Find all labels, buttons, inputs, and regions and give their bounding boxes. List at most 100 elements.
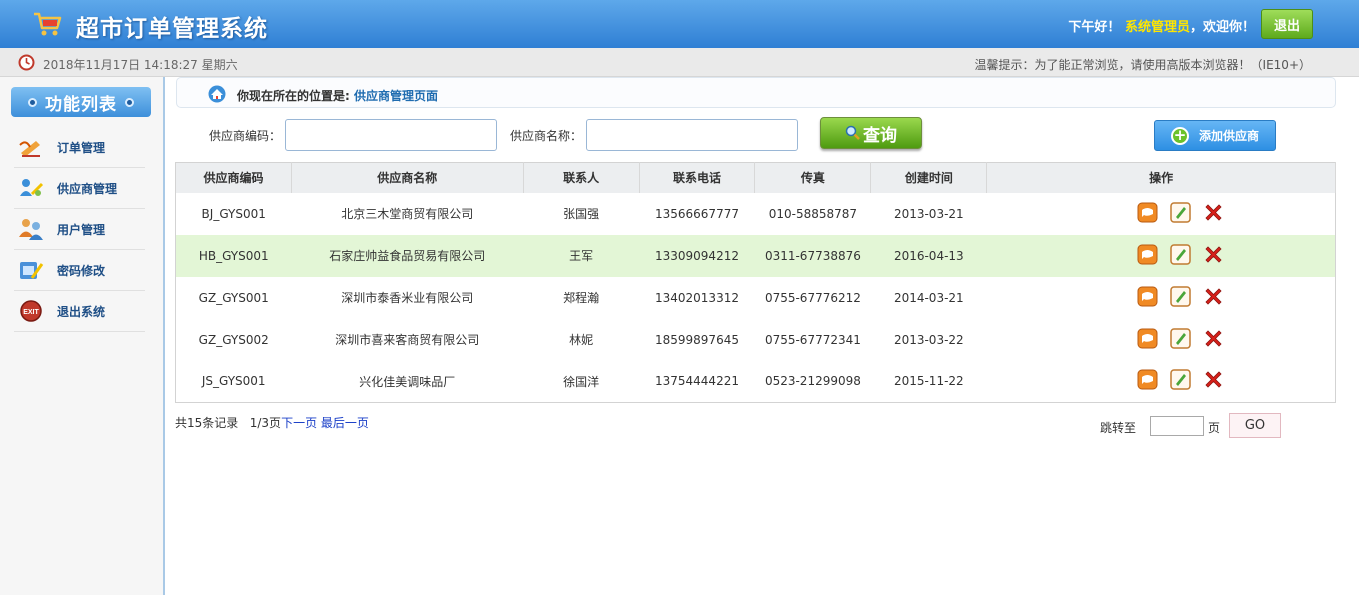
delete-icon[interactable] [1203,369,1224,393]
provider-name-input[interactable] [586,119,798,151]
greeting: 下午好！ 系统管理员，欢迎你！ [1068,16,1255,35]
provider-name-cell: 深圳市喜来客商贸有限公司 [335,333,480,347]
column-header: 供应商名称 [291,162,524,193]
actions-cell [986,234,1336,277]
sidebar-title-label: 功能列表 [45,94,117,115]
breadcrumb-prefix: 你现在所在的位置是: [237,89,350,103]
current-datetime: 2018年11月17日 14:18:27 星期六 [43,58,238,72]
query-button[interactable]: 查询 [820,117,922,149]
column-header: 操作 [986,162,1336,193]
provider-icon [20,179,44,196]
next-page-link[interactable]: 下一页 [281,416,317,430]
sidebar: 功能列表 订单管理 供应商管理 用户管理 密码修改 EXIT 退出系统 [0,77,165,595]
phone-cell: 13309094212 [639,234,755,277]
breadcrumb: 你现在所在的位置是: 供应商管理页面 [176,77,1336,108]
sidebar-item-orders[interactable]: 订单管理 [14,127,145,168]
provider-name-label: 供应商名称： [510,129,583,143]
edit-icon[interactable] [1170,369,1192,393]
provider-name-cell: 深圳市泰香米业有限公司 [341,291,474,305]
created-date-cell: 2015-11-22 [893,374,964,389]
provider-table: 供应商编码 供应商名称 联系人 联系电话 传真 创建时间 操作 BJ_GYS00… [175,162,1336,403]
view-icon[interactable] [1137,328,1158,352]
column-header: 联系人 [523,162,640,193]
sidebar-item-providers[interactable]: 供应商管理 [14,168,145,209]
phone-cell: 18599897645 [654,332,739,347]
provider-code-cell: HB_GYS001 [175,234,292,277]
clock-icon [18,54,35,71]
fax-cell: 0311-67738876 [754,234,871,277]
pager-summary: 共15条记录 1/3页下一页 最后一页 [175,414,369,431]
column-header: 创建时间 [870,162,988,193]
actions-cell [987,361,1336,403]
phone-cell: 13402013312 [654,290,739,305]
created-date-cell: 2013-03-22 [893,332,964,347]
breadcrumb-text: 你现在所在的位置是: 供应商管理页面 [237,87,438,104]
row-actions [987,285,1335,310]
delete-icon[interactable] [1203,202,1224,226]
fax-cell: 0523-21299098 [764,374,861,389]
search-icon [845,125,860,140]
column-header: 联系电话 [639,162,756,193]
bullet-icon [125,97,134,107]
exit-icon: EXIT [20,300,42,322]
created-date-cell: 2016-04-13 [870,234,987,277]
password-icon [20,262,44,279]
jump-label: 跳转至 [1100,421,1137,435]
contact-cell: 林妮 [569,333,594,347]
view-icon[interactable] [1137,202,1158,226]
home-icon [208,85,226,103]
fax-cell: 0755-67776212 [764,290,861,305]
welcome-text: ，欢迎你！ [1189,20,1255,35]
search-bar: 供应商编码： 供应商名称： 查询 + 添加供应商 [176,108,1336,162]
phone-cell: 13566667777 [654,206,739,221]
app-title: 超市订单管理系统 [76,16,268,42]
last-page-link[interactable]: 最后一页 [321,416,369,430]
table-row: GZ_GYS002 深圳市喜来客商贸有限公司 林妮 18599897645 0755-6… [176,319,1336,361]
sidebar-item-label: 密码修改 [57,263,106,278]
sidebar-item-exit[interactable]: EXIT 退出系统 [14,291,145,332]
sidebar-item-password[interactable]: 密码修改 [14,250,145,291]
order-icon [19,141,40,157]
provider-code-cell: GZ_GYS002 [198,332,269,347]
app-header: 超市订单管理系统 下午好！ 系统管理员，欢迎你！ 退出 [0,0,1359,48]
sidebar-item-label: 退出系统 [57,304,106,319]
view-icon[interactable] [1137,286,1158,310]
contact-cell: 徐国洋 [563,374,600,389]
edit-icon[interactable] [1170,327,1192,352]
actions-cell [987,193,1336,235]
edit-icon[interactable] [1170,243,1192,268]
row-actions [987,327,1335,352]
table-row: BJ_GYS001 北京三木堂商贸有限公司 张国强 13566667777 010-58… [176,193,1336,235]
bullet-icon [28,97,37,107]
edit-icon[interactable] [1170,201,1192,226]
plus-icon: + [1170,126,1189,145]
contact-cell: 张国强 [563,207,600,221]
phone-cell: 13754444221 [654,374,739,389]
user-role: 系统管理员 [1124,20,1190,35]
sidebar-item-users[interactable]: 用户管理 [14,209,145,250]
delete-icon[interactable] [1203,328,1224,352]
greeting-time: 下午好！ [1068,20,1121,35]
sidebar-item-label: 订单管理 [57,140,106,155]
shopping-cart-icon [34,12,62,36]
column-header: 供应商编码 [175,162,292,193]
view-icon[interactable] [1137,369,1158,393]
breadcrumb-current: 供应商管理页面 [354,89,439,103]
add-provider-label: 添加供应商 [1198,129,1259,143]
table-row: GZ_GYS001 深圳市泰香米业有限公司 郑程瀚 13402013312 0755-6… [176,277,1336,319]
delete-icon[interactable] [1203,286,1224,310]
edit-icon[interactable] [1170,285,1192,310]
add-provider-button[interactable]: + 添加供应商 [1154,120,1276,151]
provider-name-cell: 石家庄帅益食品贸易有限公司 [291,234,524,277]
logout-button[interactable]: 退出 [1261,9,1313,39]
delete-icon[interactable] [1203,244,1224,268]
column-header: 传真 [754,162,872,193]
go-button[interactable]: GO [1229,413,1281,438]
svg-text:EXIT: EXIT [23,309,39,316]
provider-code-input[interactable] [285,119,497,151]
jump-page-input[interactable] [1150,416,1204,436]
row-actions [987,369,1335,393]
fax-cell: 0755-67772341 [764,332,861,347]
view-icon[interactable] [1137,244,1158,268]
sidebar-item-label: 供应商管理 [57,181,118,196]
